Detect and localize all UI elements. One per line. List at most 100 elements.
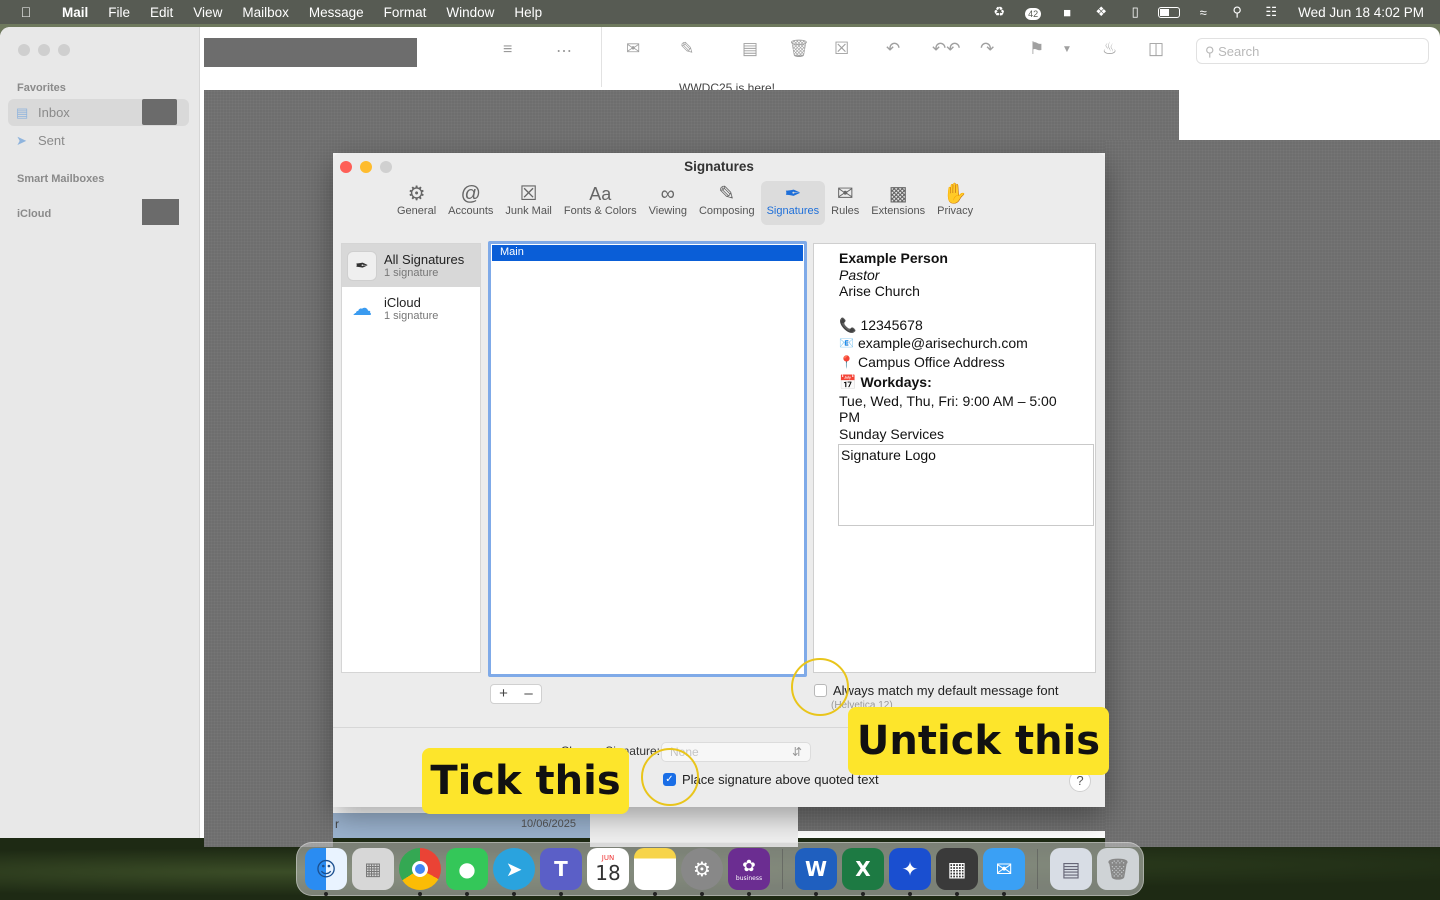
dock-chrome[interactable] — [399, 848, 441, 896]
menu-view[interactable]: View — [183, 5, 232, 20]
tab-signatures[interactable]: ✒ Signatures — [760, 181, 826, 225]
tab-accounts[interactable]: @ Accounts — [442, 181, 499, 225]
place-above-label: Place signature above quoted text — [682, 772, 879, 787]
junk-icon[interactable]: ☒ — [834, 39, 849, 59]
get-mail-icon[interactable]: ✉ — [626, 39, 640, 59]
inbox-icon: ▤ — [16, 104, 29, 120]
dock-copilot[interactable]: ✦ — [889, 848, 931, 896]
menu-clock[interactable]: Wed Jun 18 4:02 PM — [1298, 5, 1424, 20]
list-item-all-signatures[interactable]: ✒ All Signatures 1 signature — [342, 244, 480, 287]
dock-teams[interactable]: T — [540, 848, 582, 896]
teams-status-icon[interactable]: ■ — [1050, 5, 1084, 20]
dock-excel[interactable]: X — [842, 848, 884, 896]
dock-calculator[interactable]: ▦ — [936, 848, 978, 896]
dock-archive[interactable]: ▤ — [1050, 848, 1092, 890]
backdrop-overlay — [204, 153, 333, 847]
archive-icon[interactable]: ▤ — [742, 39, 758, 59]
tab-composing[interactable]: ✎ Composing — [693, 181, 761, 225]
dock-business-app[interactable]: ✿ business — [728, 848, 770, 896]
tab-viewing[interactable]: ∞ Viewing — [643, 181, 693, 225]
sidebar-item-sent[interactable]: ➤ Sent — [8, 127, 189, 154]
sidebar-item-label: Inbox — [38, 105, 70, 120]
menu-edit[interactable]: Edit — [140, 5, 183, 20]
tab-extensions[interactable]: ▩ Extensions — [865, 181, 931, 225]
dock-launchpad[interactable]: ▦ — [352, 848, 394, 890]
menu-app-name[interactable]: Mail — [52, 5, 98, 20]
message-toolbar: ✉ ✎ ▤ 🗑 ☒ ↶ ↶↶ ↷ ⚑ ▼ ♨ ◫ ⚲ Search — [602, 27, 1440, 87]
callout-untick: Untick this — [848, 707, 1109, 775]
tool-icon[interactable]: ❖ — [1084, 4, 1118, 20]
redacted-mailbox-title — [204, 38, 417, 67]
icloud-header[interactable]: iCloud — [17, 208, 51, 220]
dock-messages[interactable]: ● — [446, 848, 488, 896]
match-font-option[interactable]: Always match my default message font — [814, 683, 1058, 698]
preview-phone: 12345678 — [860, 316, 923, 333]
sidebar-item-inbox[interactable]: ▤ Inbox — [8, 99, 189, 126]
dock-trash[interactable]: 🗑 — [1097, 848, 1139, 890]
profile-icon[interactable]: ▯ — [1118, 4, 1152, 20]
callout-tick: Tick this — [422, 748, 629, 814]
menu-format[interactable]: Format — [374, 5, 437, 20]
tab-junk-mail[interactable]: ☒ Junk Mail — [499, 181, 557, 225]
dock-telegram[interactable]: ➤ — [493, 848, 535, 896]
rules-icon: ✉ — [836, 183, 854, 205]
menu-file[interactable]: File — [98, 5, 140, 20]
wifi-icon[interactable]: ≈ — [1186, 5, 1220, 20]
tab-privacy[interactable]: ✋ Privacy — [931, 181, 979, 225]
icloud-icon: ☁ — [347, 293, 377, 324]
reply-icon[interactable]: ↶ — [886, 39, 900, 59]
tab-rules[interactable]: ✉ Rules — [825, 181, 865, 225]
dock-notes[interactable] — [634, 848, 676, 896]
smart-mailboxes-header[interactable]: Smart Mailboxes — [17, 173, 104, 185]
favorites-header: Favorites — [17, 82, 66, 94]
signature-preview[interactable]: Example Person Pastor Arise Church 📞 1234… — [813, 243, 1096, 673]
control-center-icon[interactable]: ☷ — [1254, 4, 1288, 20]
list-item-icloud[interactable]: ☁ iCloud 1 signature — [342, 287, 480, 330]
preview-hours: Tue, Wed, Thu, Fri: 9:00 AM – 5:00 PM — [839, 392, 1057, 426]
compose-icon[interactable]: ✎ — [680, 39, 694, 59]
gear-icon: ⚙ — [407, 183, 426, 205]
more-icon[interactable]: ⋯ — [556, 41, 572, 61]
apple-menu-icon[interactable]:  — [0, 4, 52, 20]
highlight-ring-untick — [791, 658, 849, 716]
battery-icon[interactable] — [1152, 5, 1186, 20]
notification-badge-icon[interactable]: 42 — [1016, 5, 1050, 20]
sync-icon[interactable]: ♻ — [982, 4, 1016, 20]
dock-calendar[interactable]: JUN 18 — [587, 848, 629, 890]
phone-icon: 📞 — [839, 316, 857, 333]
filter-icon[interactable]: ≡ — [503, 41, 512, 59]
menu-window[interactable]: Window — [436, 5, 504, 20]
signature-item-main[interactable]: Main — [492, 245, 803, 261]
preview-role: Pastor — [839, 266, 880, 283]
menu-mailbox[interactable]: Mailbox — [232, 5, 299, 20]
remove-signature-button[interactable]: – — [516, 685, 541, 703]
zoom-window-button[interactable] — [58, 44, 70, 56]
close-window-button[interactable] — [18, 44, 30, 56]
tab-general[interactable]: ⚙ General — [391, 181, 442, 225]
bell-icon[interactable]: ♨ — [1102, 39, 1117, 59]
dock-word[interactable]: W — [795, 848, 837, 896]
minimize-window-button[interactable] — [38, 44, 50, 56]
flag-menu-chevron-icon[interactable]: ▼ — [1062, 44, 1072, 55]
menu-help[interactable]: Help — [504, 5, 552, 20]
search-field[interactable]: ⚲ Search — [1196, 38, 1429, 64]
forward-icon[interactable]: ↷ — [980, 39, 994, 59]
reply-all-icon[interactable]: ↶↶ — [932, 39, 961, 59]
list-row-sender-fragment: r — [335, 817, 339, 831]
tab-fonts-colors[interactable]: Aa Fonts & Colors — [558, 181, 643, 225]
signature-icon: ✒ — [347, 250, 377, 281]
menu-message[interactable]: Message — [299, 5, 374, 20]
folder-icon[interactable]: ◫ — [1148, 39, 1164, 59]
paper-plane-icon: ➤ — [16, 132, 27, 148]
word-icon: W — [804, 857, 828, 881]
dock-system-settings[interactable]: ⚙ — [681, 848, 723, 896]
hand-icon: ✋ — [942, 183, 968, 205]
preview-email: example@arisechurch.com — [857, 335, 1028, 351]
trash-icon[interactable]: 🗑 — [788, 39, 810, 59]
add-signature-button[interactable]: + — [491, 685, 516, 703]
extensions-icon: ▩ — [888, 183, 908, 205]
spotlight-icon[interactable]: ⚲ — [1220, 4, 1254, 20]
flag-icon[interactable]: ⚑ — [1029, 39, 1044, 59]
dock-finder[interactable]: ☺ — [305, 848, 347, 896]
dock-mail[interactable]: ✉ — [983, 848, 1025, 896]
